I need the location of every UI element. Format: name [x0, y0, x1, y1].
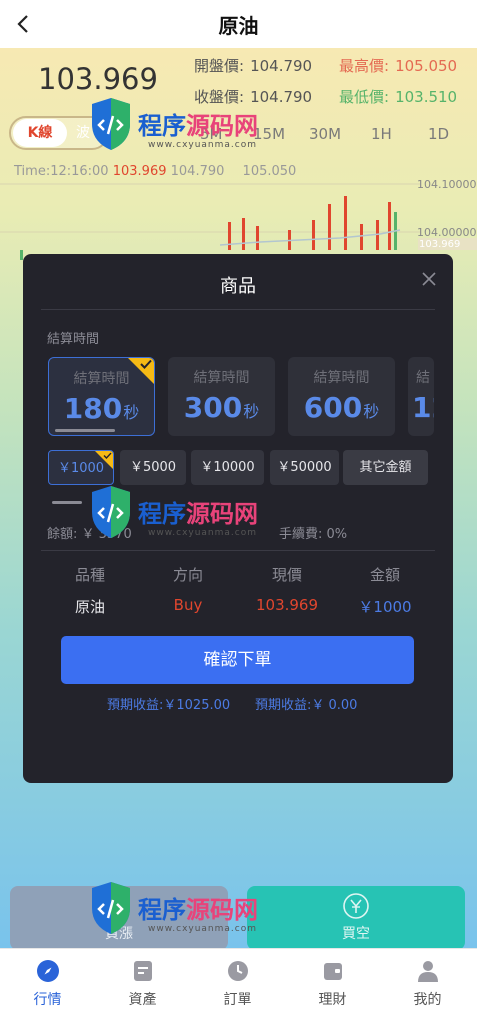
amount-50000-button[interactable]: ￥50000 [270, 450, 339, 485]
tab-orders[interactable]: 訂單 [190, 959, 285, 1009]
amount-10000-button[interactable]: ￥10000 [191, 450, 264, 485]
open-price-stat: 開盤價: 104.790 [194, 57, 313, 75]
candle [388, 202, 391, 250]
finance-box-icon [323, 963, 342, 980]
candles [20, 196, 397, 260]
col-header-amount: 金額 [369, 566, 400, 584]
time-option-180[interactable]: 結算時間 180秒 [48, 357, 155, 436]
time-option-300[interactable]: 結算時間 300秒 [168, 357, 275, 436]
order-direction: Buy [173, 596, 203, 614]
user-icon [417, 961, 438, 982]
tab-market[interactable]: 行情 [0, 959, 95, 1009]
watermark-logo: 程序源码网 www.cxyuanma.com [86, 482, 286, 562]
check-icon [103, 452, 112, 459]
low-price-stat: 最低價: 103.510 [339, 88, 458, 106]
time-option-partial[interactable]: 結 12 [408, 357, 434, 436]
watermark-logo: 程序源码网 www.cxyuanma.com [86, 878, 286, 958]
col-header-direction: 方向 [172, 566, 203, 584]
shield-logo-icon [92, 486, 130, 538]
axis-top-value: 104.10000 [417, 178, 477, 191]
expected-profit-loss: 預期收益:￥ 0.00 [255, 698, 358, 713]
order-amount: ￥1000 [358, 598, 412, 616]
time-option-600[interactable]: 結算時間 600秒 [288, 357, 395, 436]
tab-profile[interactable]: 我的 [380, 959, 475, 1009]
modal-divider [41, 309, 435, 310]
top-nav-bar: 原油 [0, 0, 477, 48]
candle [256, 226, 259, 250]
watermark-logo: 程序源码网 www.cxyuanma.com [86, 94, 286, 174]
candle [360, 224, 363, 250]
yen-circle-icon [343, 893, 369, 919]
other-amount-button[interactable]: 其它金額 [343, 450, 428, 485]
time-progress-bar [55, 429, 115, 432]
current-price: 103.969 [38, 62, 158, 96]
high-price-stat: 最高價: 105.050 [339, 57, 458, 75]
bottom-tab-bar: 行情 資產 訂單 理財 我的 [0, 948, 477, 1024]
amount-5000-button[interactable]: ￥5000 [120, 450, 186, 485]
axis-current-value: 103.969 [419, 239, 461, 250]
settle-time-label: 結算時間 [47, 332, 100, 347]
wallet-icon [133, 961, 152, 981]
tab-assets[interactable]: 資產 [95, 959, 190, 1009]
tab-kline[interactable]: K線 [13, 119, 67, 147]
order-price: 103.969 [255, 596, 319, 614]
order-product: 原油 [74, 598, 105, 616]
candle [328, 204, 331, 250]
candle [228, 222, 231, 250]
check-icon [140, 359, 152, 369]
period-30m[interactable]: 30M [309, 125, 341, 143]
candle [344, 196, 347, 250]
confirm-order-button[interactable]: 確認下單 [61, 636, 414, 684]
close-icon[interactable] [421, 271, 437, 287]
shield-logo-icon [92, 98, 130, 150]
fee-label: 手續費: 0% [279, 527, 348, 542]
compass-icon [36, 960, 59, 982]
expected-profit-win: 預期收益:￥1025.00 [107, 698, 231, 713]
col-header-price: 現價 [271, 566, 302, 584]
modal-title: 商品 [220, 276, 256, 297]
amount-1000-button[interactable]: ￥1000 [48, 450, 114, 485]
col-header-product: 品種 [74, 566, 105, 584]
period-1d[interactable]: 1D [428, 125, 449, 143]
axis-mid-value: 104.00000 [417, 226, 477, 239]
tab-finance[interactable]: 理財 [285, 959, 380, 1009]
page-title: 原油 [218, 14, 259, 38]
candle [312, 220, 315, 250]
amount-slider[interactable] [52, 501, 82, 504]
order-clock-icon [227, 961, 248, 981]
period-1h[interactable]: 1H [371, 125, 392, 143]
candle [242, 218, 245, 250]
shield-logo-icon [92, 882, 130, 934]
